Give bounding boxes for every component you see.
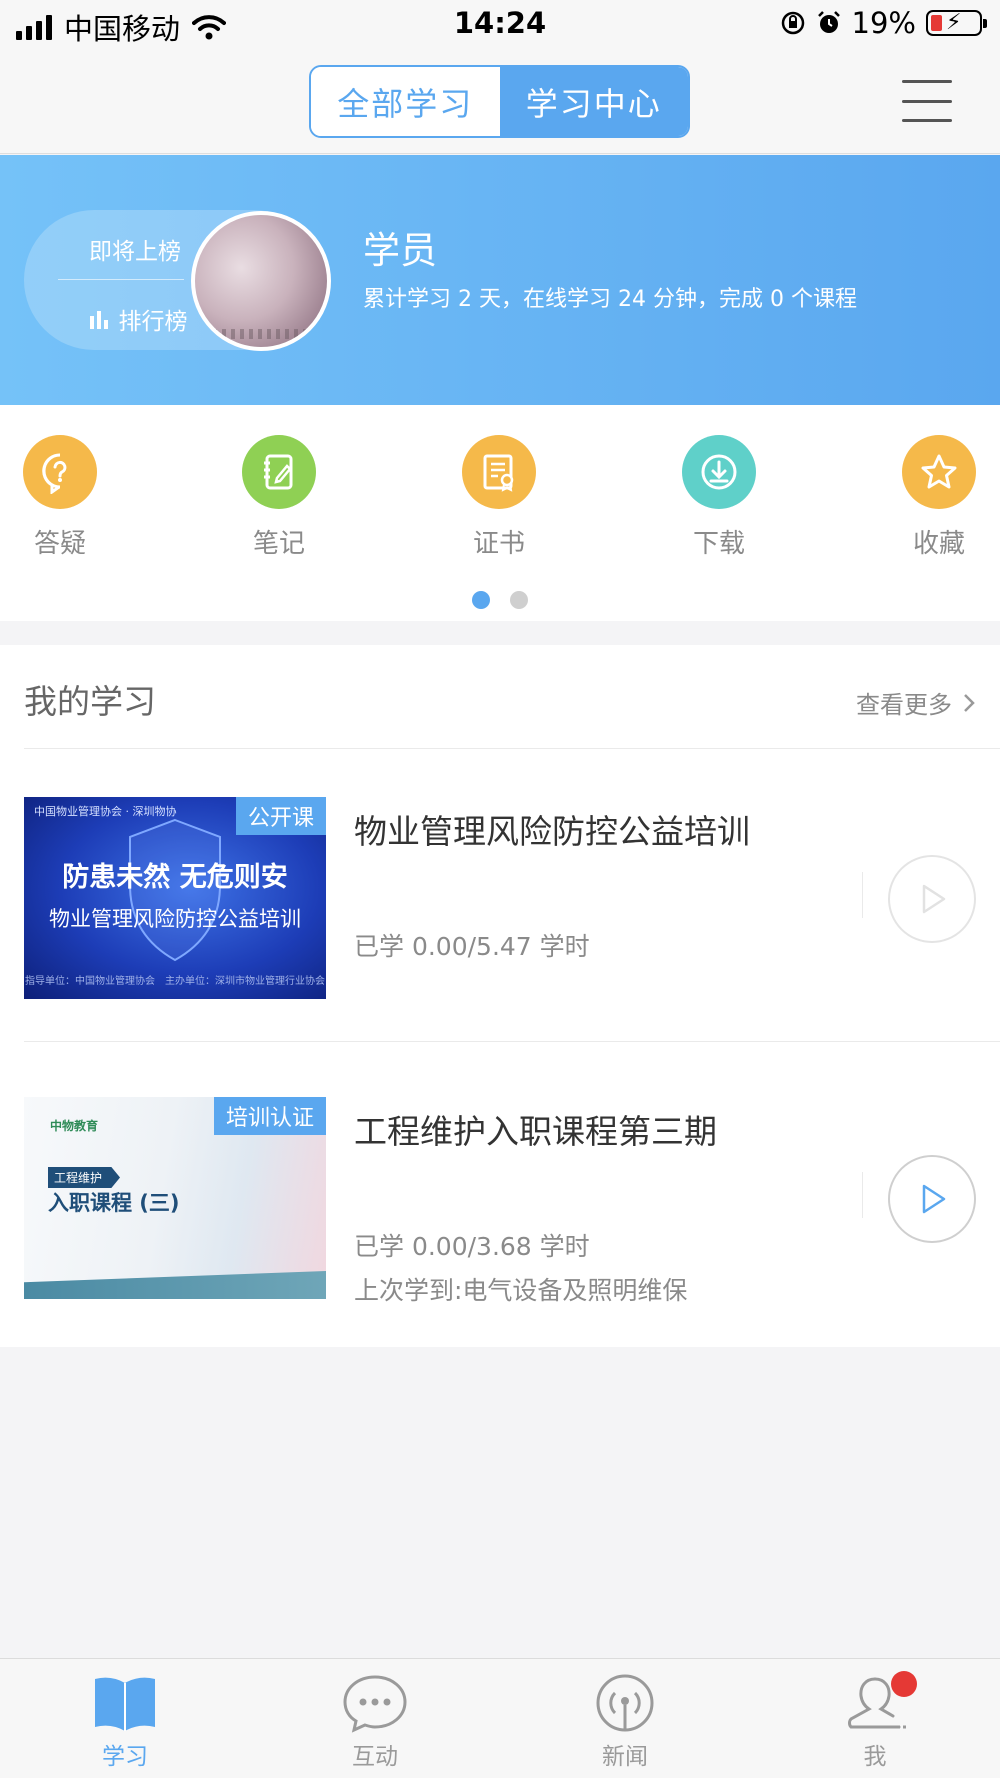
tab-me[interactable]: 我 — [750, 1659, 1000, 1778]
view-more-link[interactable]: 查看更多 — [856, 685, 976, 720]
chat-bubble-icon — [343, 1675, 407, 1733]
rank-status: 即将上榜 — [89, 239, 181, 265]
thumbnail-headline: 防患未然 无危则安 — [62, 862, 288, 893]
view-more-label: 查看更多 — [856, 691, 952, 719]
tab-learning[interactable]: 学习 — [0, 1659, 250, 1778]
tab-label: 学习 — [102, 1744, 148, 1770]
my-learning-section: 我的学习 查看更多 中国物业管理协会 · 深圳物协 公开课 防患未然 无危则安 … — [0, 645, 1000, 1347]
tab-learning-center[interactable]: 学习中心 — [499, 67, 688, 136]
course-badge: 培训认证 — [213, 1097, 326, 1135]
nav-bar: 全部学习 学习中心 — [0, 50, 1000, 154]
thumbnail-logo: 中物教育 — [50, 1119, 99, 1133]
thumbnail-subtitle: 物业管理风险防控公益培训 — [49, 907, 301, 931]
avatar[interactable] — [191, 211, 331, 351]
tab-all-learning[interactable]: 全部学习 — [311, 67, 500, 136]
course-item[interactable]: 中国物业管理协会 · 深圳物协 公开课 防患未然 无危则安 物业管理风险防控公益… — [24, 797, 1000, 1042]
alarm-icon — [817, 11, 840, 33]
course-badge: 公开课 — [235, 797, 326, 835]
question-bubble-icon — [23, 435, 97, 509]
section-header: 我的学习 查看更多 — [24, 645, 1000, 749]
course-progress: 已学 0.00/3.68 学时 — [354, 1232, 590, 1261]
play-icon — [922, 884, 946, 914]
certificate-icon — [462, 435, 536, 509]
course-title[interactable]: 物业管理风险防控公益培训 — [354, 805, 750, 853]
quick-favorites-label: 收藏 — [912, 529, 965, 559]
download-icon — [682, 435, 756, 509]
notification-badge — [891, 1671, 917, 1697]
course-thumbnail[interactable]: 中物教育 工程维护 入职课程 (三) 培训认证 — [24, 1097, 326, 1299]
quick-qa-label: 答疑 — [33, 529, 86, 559]
course-thumbnail[interactable]: 中国物业管理协会 · 深圳物协 公开课 防患未然 无危则安 物业管理风险防控公益… — [24, 797, 326, 999]
thumbnail-band — [24, 1271, 326, 1299]
divider — [862, 1172, 863, 1218]
play-button[interactable] — [888, 855, 976, 943]
quick-download[interactable]: 下载 — [664, 435, 774, 560]
leaderboard-link[interactable]: 排行榜 — [68, 302, 208, 336]
section-title: 我的学习 — [24, 682, 156, 721]
course-item[interactable]: 中物教育 工程维护 入职课程 (三) 培训认证 工程维护入职课程第三期 已学 0… — [24, 1097, 1000, 1347]
thumbnail-tag: 工程维护 — [48, 1167, 121, 1188]
segmented-control: 全部学习 学习中心 — [309, 65, 690, 138]
status-right: 19% ⚡ — [780, 6, 987, 40]
rotation-lock-icon — [781, 11, 804, 35]
tab-news[interactable]: 新闻 — [500, 1659, 750, 1778]
divider — [862, 872, 863, 918]
notebook-icon — [242, 435, 316, 509]
star-icon — [902, 435, 976, 509]
page-dot-2[interactable] — [510, 591, 528, 609]
rank-divider — [58, 279, 184, 280]
course-title[interactable]: 工程维护入职课程第三期 — [354, 1105, 717, 1153]
quick-qa[interactable]: 答疑 — [5, 435, 115, 560]
quick-notes-label: 笔记 — [252, 529, 305, 559]
quick-certificate-label: 证书 — [472, 529, 525, 559]
course-progress: 已学 0.00/5.47 学时 — [354, 932, 590, 961]
battery-icon: ⚡ — [926, 10, 987, 36]
tab-interaction[interactable]: 互动 — [250, 1659, 500, 1778]
quick-actions: 答疑 笔记 证书 下载 收藏 — [0, 405, 1000, 621]
tab-label: 互动 — [352, 1744, 398, 1770]
tab-bar: 学习 互动 新闻 我 — [0, 1658, 1000, 1778]
last-studied: 上次学到:电气设备及照明维保 — [354, 1276, 688, 1305]
quick-favorites[interactable]: 收藏 — [884, 435, 994, 560]
hamburger-menu-icon[interactable] — [902, 80, 952, 122]
play-button[interactable] — [888, 1155, 976, 1243]
quick-certificate[interactable]: 证书 — [444, 435, 554, 560]
learning-stats: 累计学习 2 天，在线学习 24 分钟，完成 0 个课程 — [363, 287, 857, 312]
book-icon — [95, 1677, 155, 1731]
thumbnail-title: 入职课程 (三) — [48, 1191, 180, 1215]
bar-chart-icon — [89, 311, 108, 329]
thumbnail-footer: 指导单位：中国物业管理协会 主办单位：深圳市物业管理行业协会 — [25, 976, 325, 987]
chevron-right-icon — [964, 693, 975, 712]
leaderboard-label: 排行榜 — [118, 309, 188, 335]
status-bar: 中国移动 14:24 19% ⚡ — [0, 0, 1000, 50]
page-indicator — [0, 591, 1000, 609]
broadcast-icon — [596, 1674, 654, 1732]
battery-percent: 19% — [851, 6, 916, 40]
play-icon — [922, 1184, 946, 1214]
profile-banner: 即将上榜 排行榜 学员 累计学习 2 天，在线学习 24 分钟，完成 0 个课程 — [0, 155, 1000, 405]
tab-label: 我 — [863, 1744, 887, 1770]
tab-label: 新闻 — [602, 1744, 648, 1770]
quick-notes[interactable]: 笔记 — [224, 435, 334, 560]
page-dot-1[interactable] — [472, 591, 490, 609]
quick-download-label: 下载 — [692, 529, 745, 559]
user-name: 学员 — [363, 229, 437, 272]
